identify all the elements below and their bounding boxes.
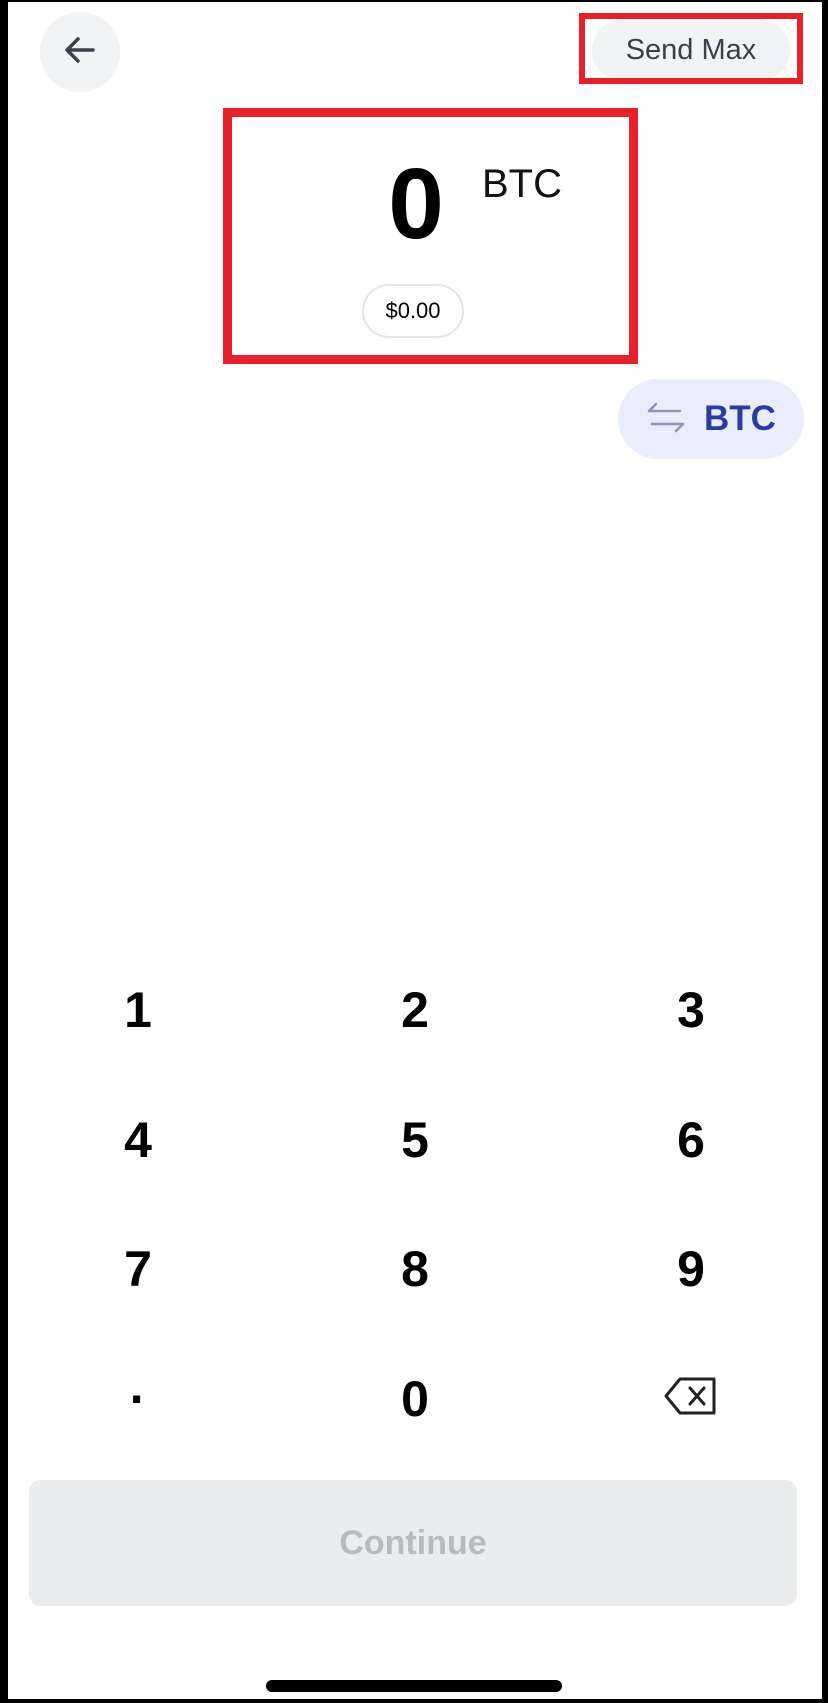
key-9[interactable]: 9: [611, 1214, 771, 1324]
back-button[interactable]: [40, 12, 120, 92]
key-0[interactable]: 0: [335, 1344, 495, 1454]
home-indicator: [266, 1680, 562, 1692]
arrow-left-icon: [60, 30, 100, 75]
key-8[interactable]: 8: [335, 1214, 495, 1324]
continue-button[interactable]: Continue: [29, 1480, 797, 1606]
key-decimal-point[interactable]: ·: [58, 1344, 218, 1454]
key-4[interactable]: 4: [58, 1085, 218, 1195]
currency-toggle-label: BTC: [704, 399, 776, 438]
key-6[interactable]: 6: [611, 1085, 771, 1195]
key-7[interactable]: 7: [58, 1214, 218, 1324]
send-amount-screen: Send Max 0 BTC $0.00 BTC 1 2 3 4 5 6 7 8…: [8, 2, 822, 1699]
key-2[interactable]: 2: [335, 955, 495, 1065]
key-1[interactable]: 1: [58, 955, 218, 1065]
key-5[interactable]: 5: [335, 1085, 495, 1195]
key-3[interactable]: 3: [611, 955, 771, 1065]
key-backspace[interactable]: [611, 1344, 771, 1454]
amount-highlight-box: [223, 108, 638, 364]
continue-label: Continue: [339, 1523, 487, 1562]
currency-toggle-button[interactable]: BTC: [618, 379, 804, 459]
send-max-highlight-box: [579, 13, 803, 84]
backspace-icon: [664, 1370, 718, 1428]
swap-arrows-icon: [646, 400, 686, 439]
